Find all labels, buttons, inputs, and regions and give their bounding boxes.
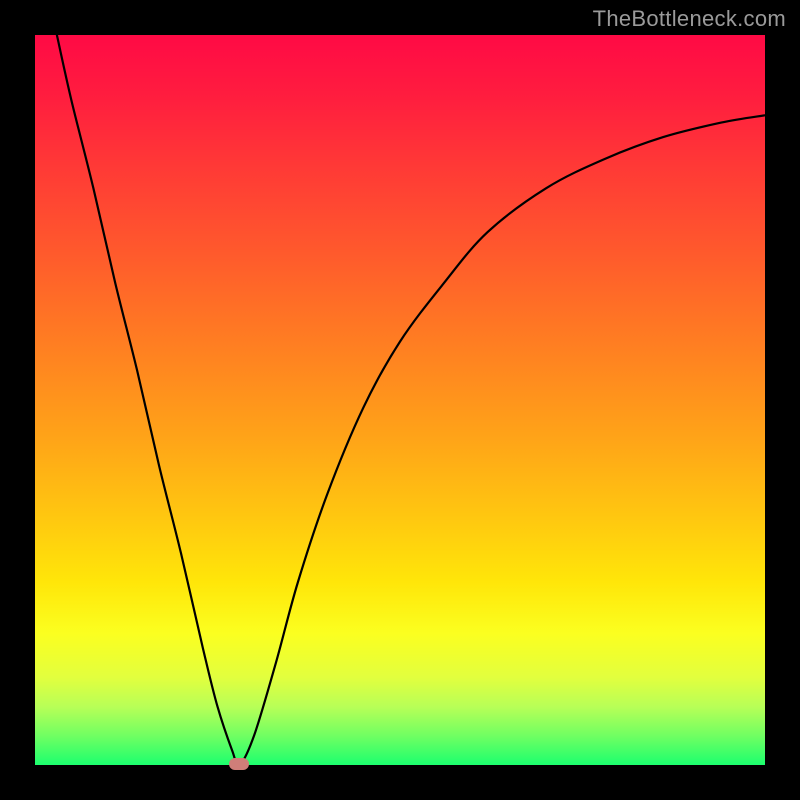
plot-area bbox=[35, 35, 765, 765]
watermark-text: TheBottleneck.com bbox=[593, 6, 786, 32]
bottleneck-curve bbox=[35, 35, 765, 765]
curve-path bbox=[57, 35, 765, 765]
min-point-marker bbox=[229, 758, 249, 770]
chart-frame: TheBottleneck.com bbox=[0, 0, 800, 800]
